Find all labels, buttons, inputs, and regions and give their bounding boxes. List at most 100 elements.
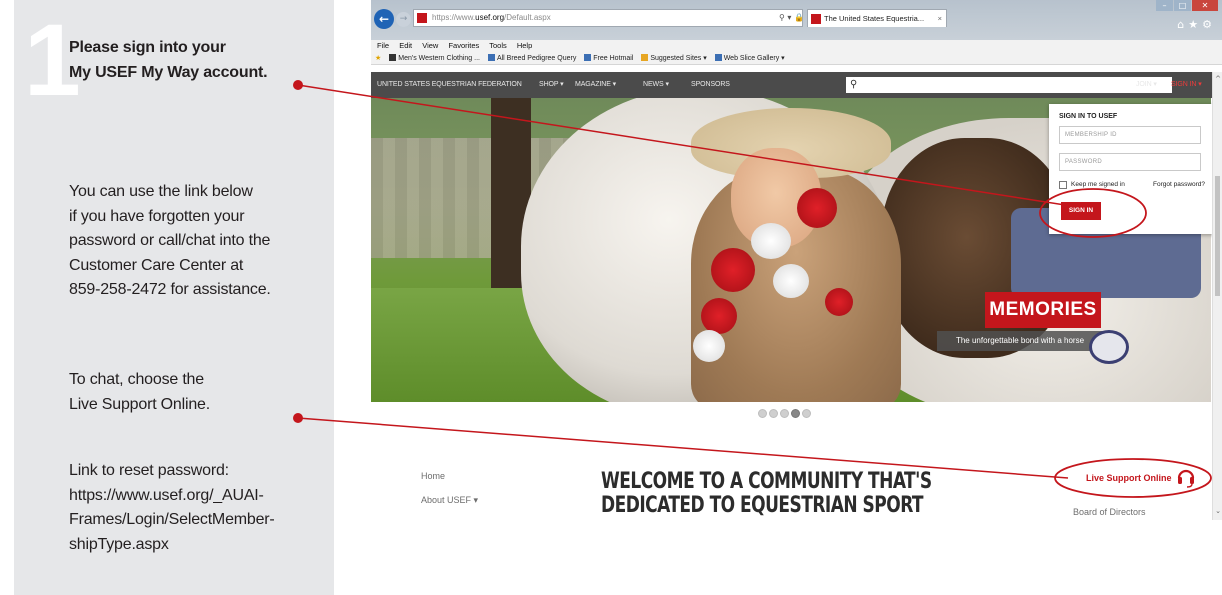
forgot-password-link[interactable]: Forgot password? [1153, 180, 1205, 190]
back-arrow-icon[interactable]: ← [374, 9, 394, 29]
hero-rose [825, 288, 853, 316]
nav-join[interactable]: JOIN ▾ [1136, 72, 1157, 98]
site-search-input[interactable]: ⚲ [846, 77, 1172, 93]
scroll-up-icon[interactable]: ^ [1213, 74, 1222, 84]
nav-home-brand[interactable]: UNITED STATES EQUESTRIAN FEDERATION [377, 72, 522, 98]
sign-in-dropdown: SIGN IN TO USEF MEMBERSHIP ID PASSWORD K… [1049, 104, 1214, 234]
reset-link-line[interactable]: Frames/Login/SelectMember- [69, 508, 339, 533]
scroll-down-icon[interactable]: ⌄ [1213, 506, 1222, 516]
scrollbar-thumb[interactable] [1215, 176, 1220, 296]
favorite-label: Men's Western Clothing ... [398, 55, 480, 62]
board-of-directors-link[interactable]: Board of Directors [1073, 505, 1146, 519]
carousel-dot[interactable] [780, 409, 789, 418]
browser-tools-icons[interactable]: ⌂★⚙ [1177, 19, 1216, 31]
close-icon[interactable]: ✕ [1192, 0, 1218, 11]
sign-in-button[interactable]: SIGN IN [1061, 202, 1101, 220]
favorites-star-icon[interactable]: ★ [375, 52, 381, 65]
step-number: 1 [24, 3, 81, 117]
instruction-panel: 1 Please sign into your My USEF My Way a… [14, 0, 334, 595]
leftnav-home[interactable]: Home [421, 464, 478, 488]
favorite-label: All Breed Pedigree Query [496, 55, 577, 62]
nav-sign-in[interactable]: SIGN IN ▾ [1171, 72, 1202, 98]
carousel-dot-active[interactable] [791, 409, 800, 418]
chat-line: To chat, choose the [69, 371, 204, 388]
help-line: if you have forgotten your [69, 207, 245, 225]
reset-password-text: Link to reset password: https://www.usef… [69, 459, 339, 557]
left-nav: Home About USEF ▾ [421, 464, 478, 512]
reset-link-line[interactable]: https://www.usef.org/_AUAI- [69, 484, 339, 509]
step-heading: Please sign into your My USEF My Way acc… [69, 36, 339, 85]
nav-news[interactable]: NEWS ▾ [643, 72, 669, 98]
welcome-line: DEDICATED TO EQUESTRIAN SPORT [601, 493, 924, 518]
heading-line: Please sign into your [69, 39, 226, 56]
hero-rose [797, 188, 837, 228]
tab-title: The United States Equestria... [824, 14, 925, 23]
menu-edit[interactable]: Edit [399, 41, 412, 50]
menu-file[interactable]: File [377, 41, 389, 50]
help-line: 859-258-2472 for assistance. [69, 281, 271, 298]
chat-help-text: To chat, choose the Live Support Online. [69, 368, 339, 417]
search-icon: ⚲ [850, 79, 858, 90]
headset-icon[interactable] [1177, 466, 1195, 488]
favorite-link[interactable]: Men's Western Clothing ... [389, 52, 480, 65]
menu-tools[interactable]: Tools [489, 41, 507, 50]
sign-in-title: SIGN IN TO USEF [1059, 113, 1118, 120]
help-line: password or call/chat into the [69, 232, 271, 249]
minimize-icon[interactable]: – [1156, 0, 1173, 11]
menu-help[interactable]: Help [517, 41, 532, 50]
favorite-link[interactable]: Suggested Sites ▾ [641, 52, 707, 65]
menu-bar: File Edit View Favorites Tools Help [371, 40, 1222, 52]
slide-title[interactable]: MEMORIES [985, 292, 1101, 328]
menu-favorites[interactable]: Favorites [448, 41, 479, 50]
nav-sponsors[interactable]: SPONSORS [691, 72, 730, 98]
hero-rose [693, 330, 725, 362]
keep-signed-in-label[interactable]: Keep me signed in [1071, 180, 1125, 190]
carousel-dot[interactable] [802, 409, 811, 418]
help-line: Customer Care Center at [69, 256, 244, 274]
browser-tab[interactable]: The United States Equestria... × [807, 9, 947, 27]
address-bar[interactable]: https://www.usef.org/Default.aspx [413, 9, 803, 27]
favorite-label: Free Hotmail [593, 55, 634, 62]
url-path: /Default.aspx [504, 13, 551, 22]
tutorial-page: 1 Please sign into your My USEF My Way a… [0, 0, 1222, 595]
forward-arrow-icon[interactable]: → [396, 12, 411, 27]
favorites-bar: ★ Men's Western Clothing ... All Breed P… [371, 52, 1222, 65]
url-prefix: https://www. [432, 13, 476, 22]
hero-rose [701, 298, 737, 334]
page-scrollbar[interactable]: ^ ⌄ [1212, 72, 1222, 520]
browser-titlebar: – □ ✕ ← → https://www.usef.org/Default.a… [371, 0, 1222, 40]
welcome-heading: WELCOME TO A COMMUNITY THAT'S DEDICATED … [601, 469, 932, 518]
close-tab-icon[interactable]: × [938, 10, 942, 27]
reset-link-line[interactable]: shipType.aspx [69, 533, 339, 558]
maximize-icon[interactable]: □ [1174, 0, 1191, 11]
leftnav-about[interactable]: About USEF ▾ [421, 488, 478, 512]
favorite-label: Web Slice Gallery ▾ [723, 55, 785, 62]
menu-view[interactable]: View [422, 41, 438, 50]
carousel-dot[interactable] [769, 409, 778, 418]
nav-magazine[interactable]: MAGAZINE ▾ [575, 72, 616, 98]
reset-line: Link to reset password: [69, 462, 229, 479]
carousel-dots [758, 409, 811, 418]
favorite-link[interactable]: All Breed Pedigree Query [487, 52, 577, 65]
hero-rose [773, 264, 809, 298]
favorite-label: Suggested Sites ▾ [650, 55, 707, 62]
usef-seal-icon [1089, 330, 1129, 364]
nav-shop[interactable]: SHOP ▾ [539, 72, 564, 98]
live-support-link[interactable]: Live Support Online [1086, 471, 1172, 485]
browser-screenshot: – □ ✕ ← → https://www.usef.org/Default.a… [371, 0, 1222, 520]
url-domain: usef.org [475, 13, 505, 22]
carousel-dot[interactable] [758, 409, 767, 418]
favorite-link[interactable]: Web Slice Gallery ▾ [714, 52, 785, 65]
welcome-line: WELCOME TO A COMMUNITY THAT'S [601, 469, 932, 494]
keep-signed-in-checkbox[interactable] [1059, 181, 1067, 189]
window-controls: – □ ✕ [1156, 0, 1218, 12]
usef-favicon-icon [417, 13, 427, 23]
hero-rose [751, 223, 791, 259]
forgot-help-text: You can use the link below if you have f… [69, 180, 339, 303]
membership-id-input[interactable]: MEMBERSHIP ID [1059, 126, 1201, 144]
favorite-link[interactable]: Free Hotmail [584, 52, 633, 65]
site-nav-bar: UNITED STATES EQUESTRIAN FEDERATION SHOP… [371, 72, 1222, 98]
hero-rose [711, 248, 755, 292]
heading-line: My USEF My Way account. [69, 63, 268, 81]
password-input[interactable]: PASSWORD [1059, 153, 1201, 171]
